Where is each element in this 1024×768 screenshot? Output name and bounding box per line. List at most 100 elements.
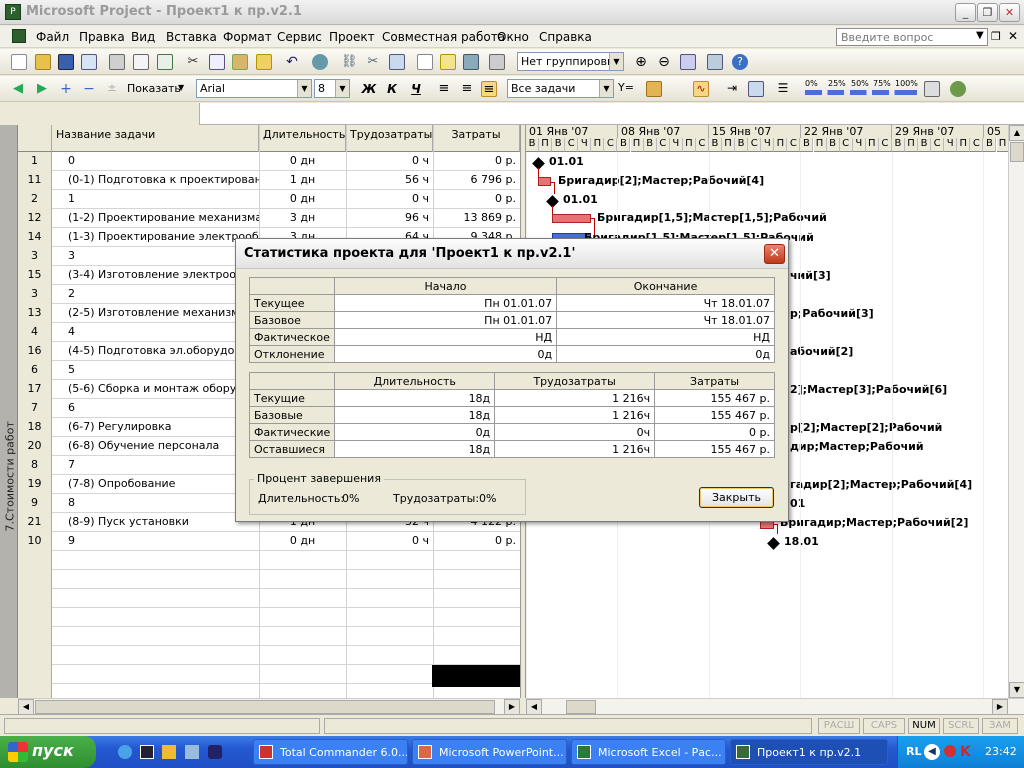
pct-100-button[interactable]: 100% (895, 79, 918, 88)
task-name-cell[interactable] (52, 665, 259, 684)
goto-task-icon[interactable] (680, 54, 696, 70)
pct-25-button[interactable]: 25% (828, 79, 846, 88)
column-header-cost[interactable]: Затраты (433, 125, 520, 152)
column-header-name[interactable]: Название задачи (52, 125, 259, 152)
cost-cell[interactable]: 6 796 р. (433, 171, 520, 190)
menu-help[interactable]: Справка (539, 30, 592, 44)
align-left-icon[interactable]: ≡ (436, 81, 452, 97)
task-name-cell[interactable]: 9 (52, 532, 259, 551)
pct-75-button[interactable]: 75% (873, 79, 891, 88)
underline-button[interactable]: Ч (407, 80, 425, 98)
scroll-right-icon[interactable]: ▶ (992, 699, 1008, 715)
task-name-cell[interactable]: (4-5) Подготовка эл.оборудован (52, 342, 259, 361)
help-dropdown-icon[interactable]: ▼ (976, 30, 984, 41)
row-id[interactable]: 2 (18, 190, 52, 209)
maximize-button[interactable]: ❐ (977, 3, 998, 22)
print-icon[interactable] (109, 54, 125, 70)
minimize-button[interactable]: _ (955, 3, 976, 22)
scroll-left-icon[interactable]: ◀ (18, 699, 34, 715)
task-bar[interactable] (538, 177, 551, 186)
row-id[interactable]: 15 (18, 266, 52, 285)
cost-cell[interactable] (433, 608, 520, 627)
close-button[interactable]: Закрыть (699, 487, 774, 508)
language-indicator[interactable]: RL (906, 745, 921, 758)
quicklaunch-icon[interactable] (208, 745, 222, 759)
scroll-right-icon[interactable]: ▶ (504, 699, 520, 715)
row-id[interactable]: 4 (18, 323, 52, 342)
assign-resources-icon[interactable] (463, 54, 479, 70)
task-name-cell[interactable] (52, 608, 259, 627)
cost-cell[interactable]: 0 р. (433, 152, 520, 171)
task-name-cell[interactable]: 3 (52, 247, 259, 266)
quicklaunch-icon[interactable] (140, 745, 154, 759)
app-icon[interactable]: P (5, 4, 21, 20)
duration-cell[interactable]: 0 дн (259, 532, 346, 551)
gantt-wizard-icon[interactable] (646, 81, 662, 97)
ie-quicklaunch-icon[interactable] (118, 745, 132, 759)
task-name-cell[interactable] (52, 589, 259, 608)
close-doc-icon[interactable]: ✕ (1008, 29, 1018, 43)
row-id[interactable]: 8 (18, 456, 52, 475)
row-id[interactable]: 20 (18, 437, 52, 456)
scroll-down-icon[interactable]: ▼ (1009, 682, 1024, 698)
publish-icon[interactable] (489, 54, 505, 70)
scroll-thumb[interactable] (566, 700, 596, 714)
search-icon[interactable] (81, 54, 97, 70)
scroll-left-icon[interactable]: ◀ (526, 699, 542, 715)
table-row[interactable] (18, 608, 520, 627)
duration-cell[interactable]: 3 дн (259, 209, 346, 228)
gantt-horizontal-scrollbar[interactable]: ◀ ▶ (526, 698, 1024, 715)
task-name-cell[interactable]: 7 (52, 456, 259, 475)
menu-file[interactable]: Файл (36, 30, 69, 44)
select-all-corner[interactable] (18, 125, 52, 152)
align-center-icon[interactable]: ≡ (459, 81, 475, 97)
task-name-cell[interactable]: (5-6) Сборка и монтаж оборудов (52, 380, 259, 399)
show-subtasks-icon[interactable]: + (58, 81, 74, 97)
menu-collaborate[interactable]: Совместная работа (382, 30, 505, 44)
outdent-icon[interactable]: ◀ (10, 81, 26, 97)
menu-project[interactable]: Проект (329, 30, 375, 44)
cut-icon[interactable]: ✂ (185, 54, 201, 70)
duration-cell[interactable] (259, 589, 346, 608)
task-name-cell[interactable]: (1-3) Проектирование электрообо (52, 228, 259, 247)
row-id[interactable]: 1 (18, 152, 52, 171)
row-id[interactable]: 11 (18, 171, 52, 190)
menu-view[interactable]: Вид (131, 30, 155, 44)
task-name-cell[interactable]: 1 (52, 190, 259, 209)
work-cell[interactable]: 56 ч (346, 171, 433, 190)
work-cell[interactable] (346, 551, 433, 570)
italic-button[interactable]: К (383, 80, 401, 98)
table-row[interactable] (18, 589, 520, 608)
work-cell[interactable] (346, 589, 433, 608)
pct-50-button[interactable]: 50% (851, 79, 869, 88)
column-header-work[interactable]: Трудозатраты (346, 125, 433, 152)
table-row[interactable] (18, 551, 520, 570)
work-cell[interactable]: 0 ч (346, 532, 433, 551)
row-id[interactable]: 13 (18, 304, 52, 323)
cost-cell[interactable] (433, 589, 520, 608)
work-cell[interactable]: 0 ч (346, 152, 433, 171)
taskbar-project[interactable]: Проект1 к пр.v2.1 (730, 739, 888, 765)
table-row[interactable] (18, 646, 520, 665)
tracking-icon[interactable] (748, 81, 764, 97)
scroll-thumb[interactable] (35, 700, 495, 714)
new-icon[interactable] (11, 54, 27, 70)
notes-icon[interactable] (440, 54, 456, 70)
copy-picture-icon[interactable] (707, 54, 723, 70)
work-cell[interactable]: 0 ч (346, 190, 433, 209)
duration-cell[interactable] (259, 608, 346, 627)
dialog-close-icon[interactable]: ✕ (764, 244, 785, 264)
menu-tools[interactable]: Сервис (277, 30, 322, 44)
duration-cell[interactable]: 1 дн (259, 171, 346, 190)
cost-cell[interactable]: 13 869 р. (433, 209, 520, 228)
row-id[interactable]: 10 (18, 532, 52, 551)
task-name-cell[interactable]: 4 (52, 323, 259, 342)
task-name-cell[interactable] (52, 646, 259, 665)
duration-cell[interactable] (259, 627, 346, 646)
row-id[interactable]: 3 (18, 247, 52, 266)
grouping-select[interactable]: Нет группировки ▼ (517, 52, 624, 71)
scroll-up-icon[interactable]: ▲ (1009, 125, 1024, 141)
work-cell[interactable] (346, 646, 433, 665)
cost-cell[interactable] (433, 551, 520, 570)
table-row[interactable]: 100 дн 0 ч0 р. (18, 152, 520, 171)
